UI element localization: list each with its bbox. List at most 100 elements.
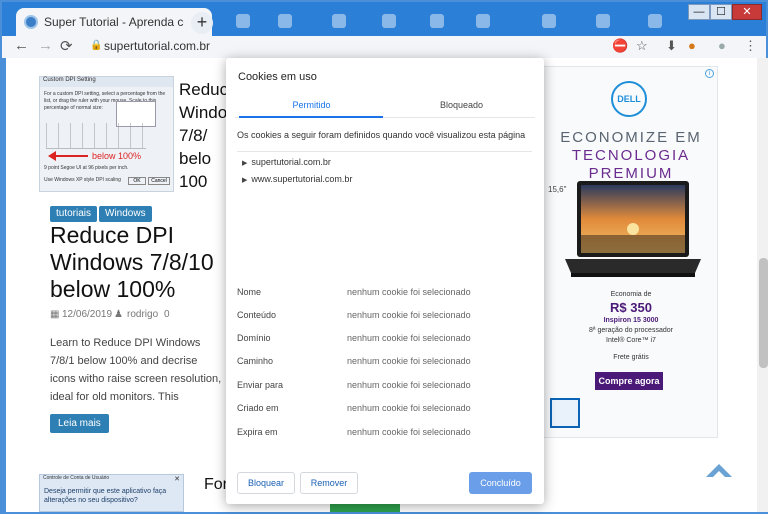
- side-title-line: 100: [179, 172, 208, 191]
- profile-icon[interactable]: ●: [718, 38, 726, 53]
- thumb-ruler: [46, 123, 146, 149]
- calendar-icon: ▦: [50, 309, 60, 320]
- second-post-thumbnail[interactable]: Controle de Conta de Usuário ✕ Deseja pe…: [39, 474, 184, 512]
- maximize-button[interactable]: ☐: [710, 4, 732, 20]
- side-title-line: Windo: [179, 103, 228, 122]
- compre-agora-button[interactable]: Compre agora: [595, 372, 663, 390]
- uac-close-icon: ✕: [174, 476, 180, 483]
- desktop-icon: [236, 14, 250, 28]
- uac-question: Deseja permitir que este aplicativo faça…: [44, 488, 167, 504]
- thumb-window-title: Custom DPI Setting: [40, 77, 173, 87]
- dialog-title: Cookies em uso: [238, 71, 317, 83]
- detail-label: Domínio: [237, 333, 271, 343]
- thumb-footer: 9 point Segoe UI at 96 pixels per inch.: [44, 165, 129, 171]
- dell-logo: DELL: [611, 81, 647, 117]
- forward-button[interactable]: →: [38, 37, 53, 54]
- cookie-site-label: supertutorial.com.br: [251, 157, 331, 167]
- tab-title: Super Tutorial - Aprenda com tu: [44, 15, 184, 29]
- window-close-button[interactable]: ✕: [732, 4, 762, 20]
- browser-window: Super Tutorial - Aprenda com tu ✕ + — ☐ …: [0, 0, 768, 514]
- cookies-dialog: Cookies em uso Permitido Bloqueado Os co…: [226, 58, 544, 504]
- reload-button[interactable]: ⟳: [60, 37, 73, 55]
- detail-value: nenhum cookie foi selecionado: [347, 403, 471, 413]
- block-button[interactable]: Bloquear: [237, 472, 295, 494]
- detail-value: nenhum cookie foi selecionado: [347, 310, 471, 320]
- download-icon[interactable]: ⬇: [666, 38, 677, 54]
- desktop-icon: [476, 14, 490, 28]
- post-title[interactable]: Reduce DPI Windows 7/8/10 below 100%: [50, 222, 240, 303]
- desktop-icon: [596, 14, 610, 28]
- post-excerpt: Learn to Reduce DPI Windows 7/8/1 below …: [50, 337, 222, 403]
- author-icon: ♟: [114, 309, 123, 320]
- cookie-blocked-icon[interactable]: ⛔: [612, 38, 628, 54]
- desktop-icon: [542, 14, 556, 28]
- address-bar[interactable]: 🔒 supertutorial.com.br: [82, 36, 642, 57]
- back-button[interactable]: ←: [14, 37, 29, 54]
- cookie-site-item[interactable]: ▶ supertutorial.com.br: [242, 157, 331, 167]
- browser-tab[interactable]: Super Tutorial - Aprenda com tu ✕: [16, 8, 212, 36]
- cookie-site-label: www.supertutorial.com.br: [251, 174, 353, 184]
- detail-value: nenhum cookie foi selecionado: [347, 356, 471, 366]
- desktop-icon: [332, 14, 346, 28]
- detail-label: Nome: [237, 287, 262, 297]
- dialog-description: Os cookies a seguir foram definidos quan…: [237, 130, 526, 140]
- ad-economia: Economia de: [610, 291, 652, 298]
- cookie-site-item[interactable]: ▶ www.supertutorial.com.br: [242, 174, 352, 184]
- side-title-line: 7/8/: [179, 126, 208, 145]
- ad-headline-2: TECNOLOGIA: [571, 147, 691, 164]
- browser-toolbar: ← → ⟳ 🔒 supertutorial.com.br ⛔ ☆ ⬇ ● ● ⋮: [2, 36, 766, 58]
- dialog-separator: [237, 151, 532, 152]
- detail-value: nenhum cookie foi selecionado: [347, 380, 471, 390]
- minimize-button[interactable]: —: [688, 4, 710, 20]
- dell-ad[interactable]: i DELL ECONOMIZE EM TECNOLOGIA PREMIUM 1…: [542, 66, 718, 438]
- scrollbar-thumb[interactable]: [759, 258, 768, 368]
- post-date: 12/06/2019: [62, 309, 113, 320]
- expand-triangle-icon[interactable]: ▶: [242, 177, 247, 184]
- comment-count[interactable]: 0: [164, 309, 170, 320]
- active-tab-indicator: [239, 116, 383, 118]
- tag-windows[interactable]: Windows: [99, 206, 152, 222]
- new-tab-button[interactable]: +: [191, 12, 213, 34]
- detail-value: nenhum cookie foi selecionado: [347, 287, 471, 297]
- scroll-to-top-inner: [711, 471, 727, 479]
- thumb-ok: OK: [128, 177, 146, 185]
- detail-label: Conteúdo: [237, 310, 277, 320]
- lock-icon[interactable]: 🔒: [90, 40, 102, 51]
- uac-title: Controle de Conta de Usuário: [43, 475, 110, 481]
- done-button[interactable]: Concluído: [469, 472, 532, 494]
- site-favicon-icon: [24, 15, 38, 29]
- remove-button[interactable]: Remover: [300, 472, 358, 494]
- post-thumbnail[interactable]: Custom DPI Setting For a custom DPI sett…: [39, 76, 174, 192]
- ad-processor-line-1: 8ª geração do processador: [589, 327, 673, 334]
- desktop-icon: [648, 14, 662, 28]
- ad-processor-line-2: Intel® Core™ i7: [606, 337, 656, 344]
- expand-triangle-icon[interactable]: ▶: [242, 160, 247, 167]
- tab-strip: Super Tutorial - Aprenda com tu ✕ + — ☐ …: [2, 2, 766, 36]
- ad-model: Inspiron 15 3000: [603, 317, 659, 324]
- read-more-button[interactable]: Leia mais: [50, 414, 109, 433]
- detail-label: Expira em: [237, 427, 278, 437]
- intel-badge-icon: [550, 398, 580, 428]
- second-post-title[interactable]: For: [204, 476, 228, 494]
- green-bar: [330, 504, 400, 512]
- bookmark-star-icon[interactable]: ☆: [636, 38, 648, 54]
- page-scrollbar[interactable]: [757, 58, 768, 512]
- menu-icon[interactable]: ⋮: [744, 38, 757, 54]
- tag-tutoriais[interactable]: tutoriais: [50, 206, 98, 222]
- detail-label: Enviar para: [237, 380, 284, 390]
- desktop-icon: [382, 14, 396, 28]
- detail-value: nenhum cookie foi selecionado: [347, 333, 471, 343]
- post-author[interactable]: rodrigo: [127, 309, 158, 320]
- thumb-red-label: below 100%: [92, 151, 142, 161]
- url-text: supertutorial.com.br: [104, 39, 211, 53]
- extension-icon[interactable]: ●: [688, 38, 696, 53]
- side-title-line: Reduc: [179, 80, 229, 99]
- thumb-checkbox: Use Windows XP style DPI scaling: [44, 177, 121, 183]
- tab-bloqueado[interactable]: Bloqueado: [389, 100, 534, 110]
- detail-value: nenhum cookie foi selecionado: [347, 427, 471, 437]
- detail-label: Criado em: [237, 403, 279, 413]
- ad-headline-1: ECONOMIZE EM: [560, 129, 702, 146]
- tab-permitido[interactable]: Permitido: [239, 100, 384, 110]
- ad-info-icon[interactable]: i: [705, 69, 714, 78]
- thumb-cancel: Cancel: [148, 177, 170, 185]
